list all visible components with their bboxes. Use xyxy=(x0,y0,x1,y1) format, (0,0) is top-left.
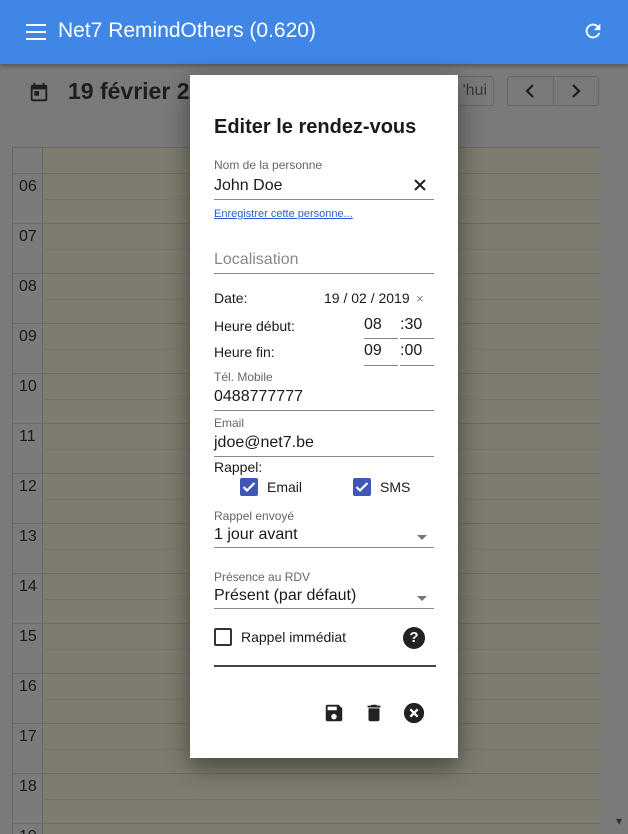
dialog-actions xyxy=(190,702,458,726)
hour-label: 06 xyxy=(19,178,37,195)
app-bar: Net7 RemindOthers (0.620) xyxy=(0,0,628,64)
save-icon[interactable] xyxy=(323,702,345,724)
presence-label: Présence au RDV xyxy=(214,570,311,584)
delete-icon[interactable] xyxy=(363,702,385,724)
hour-row[interactable]: 18 xyxy=(13,773,601,823)
scroll-down-icon[interactable]: ▾ xyxy=(616,814,622,828)
help-icon[interactable]: ? xyxy=(403,627,425,649)
hour-label: 14 xyxy=(19,578,37,595)
refresh-icon[interactable] xyxy=(582,20,604,42)
rappel-envoye-underline xyxy=(214,547,434,548)
email-label: Email xyxy=(214,416,245,430)
start-minute-input[interactable]: :30 xyxy=(400,316,434,334)
calendar-icon xyxy=(30,82,48,102)
hour-label: 15 xyxy=(19,628,37,645)
app-title: Net7 RemindOthers (0.620) xyxy=(58,19,316,42)
rappel-immediat-checkbox[interactable] xyxy=(214,628,232,646)
presence-select[interactable]: Présent (par défaut) xyxy=(214,587,356,605)
rappel-email-label: Email xyxy=(267,479,303,495)
hour-row[interactable]: 19 xyxy=(13,823,601,834)
hour-label: 17 xyxy=(19,728,37,745)
email-input[interactable]: jdoe@net7.be xyxy=(214,434,314,452)
person-underline xyxy=(214,199,434,200)
rappel-label: Rappel: xyxy=(214,459,263,475)
chevron-right-icon xyxy=(571,84,581,98)
hour-label: 08 xyxy=(19,278,37,295)
rappel-sms-label: SMS xyxy=(380,479,411,495)
rappel-envoye-select[interactable]: 1 jour avant xyxy=(214,526,298,544)
close-icon[interactable] xyxy=(403,702,425,724)
start-minute-underline xyxy=(400,338,434,339)
hour-label: 11 xyxy=(19,428,36,445)
rappel-email-checkbox[interactable] xyxy=(240,478,258,496)
dialog-title: Editer le rendez-vous xyxy=(214,116,417,138)
start-hour-input[interactable]: 08 xyxy=(364,316,398,334)
rappel-immediat-label: Rappel immédiat xyxy=(241,629,347,645)
date-label: Date: xyxy=(214,290,248,306)
location-input[interactable]: Localisation xyxy=(214,251,299,269)
date-input[interactable]: 19 / 02 / 2019 xyxy=(324,290,410,306)
hour-label: 18 xyxy=(19,778,37,795)
end-hour-input[interactable]: 09 xyxy=(364,342,398,360)
end-minute-underline xyxy=(400,365,434,366)
presence-underline xyxy=(214,608,434,609)
hour-label: 19 xyxy=(19,828,37,834)
mobile-input[interactable]: 0488777777 xyxy=(214,388,303,406)
chevron-down-icon[interactable] xyxy=(417,596,427,601)
clear-date-icon[interactable]: × xyxy=(416,291,424,306)
rappel-sms-checkbox[interactable] xyxy=(353,478,371,496)
mobile-underline xyxy=(214,410,434,411)
email-underline xyxy=(214,456,434,457)
end-hour-underline xyxy=(364,365,398,366)
person-label: Nom de la personne xyxy=(214,158,323,172)
hour-label: 10 xyxy=(19,378,37,395)
nav-buttons xyxy=(507,76,599,106)
rappel-envoye-label: Rappel envoyé xyxy=(214,509,295,523)
prev-button[interactable] xyxy=(508,77,554,105)
hour-label: 07 xyxy=(19,228,37,245)
start-time-label: Heure début: xyxy=(214,318,295,334)
next-button[interactable] xyxy=(554,77,599,105)
rappel-sms-option[interactable]: SMS xyxy=(353,478,410,496)
hour-label: 13 xyxy=(19,528,37,545)
hour-label: 12 xyxy=(19,478,37,495)
half-hour-line xyxy=(42,799,600,800)
end-minute-input[interactable]: :00 xyxy=(400,342,434,360)
check-icon xyxy=(242,482,256,493)
person-input[interactable]: John Doe xyxy=(214,177,283,195)
save-person-link[interactable]: Enregistrer cette personne... xyxy=(214,208,353,220)
chevron-down-icon[interactable] xyxy=(417,535,427,540)
clear-person-icon[interactable] xyxy=(412,177,428,193)
hour-label: 16 xyxy=(19,678,37,695)
calendar-date: 19 février 2 xyxy=(68,78,190,104)
end-time-label: Heure fin: xyxy=(214,344,275,360)
mobile-label: Tél. Mobile xyxy=(214,370,273,384)
check-icon xyxy=(355,482,369,493)
menu-icon[interactable] xyxy=(26,24,46,40)
chevron-left-icon xyxy=(525,84,535,98)
location-underline xyxy=(214,273,434,274)
divider xyxy=(214,665,436,667)
start-hour-underline xyxy=(364,338,398,339)
edit-appointment-dialog: Editer le rendez-vous Nom de la personne… xyxy=(190,75,458,758)
hour-label: 09 xyxy=(19,328,37,345)
rappel-immediat-option[interactable]: Rappel immédiat xyxy=(214,628,346,646)
rappel-email-option[interactable]: Email xyxy=(240,478,302,496)
